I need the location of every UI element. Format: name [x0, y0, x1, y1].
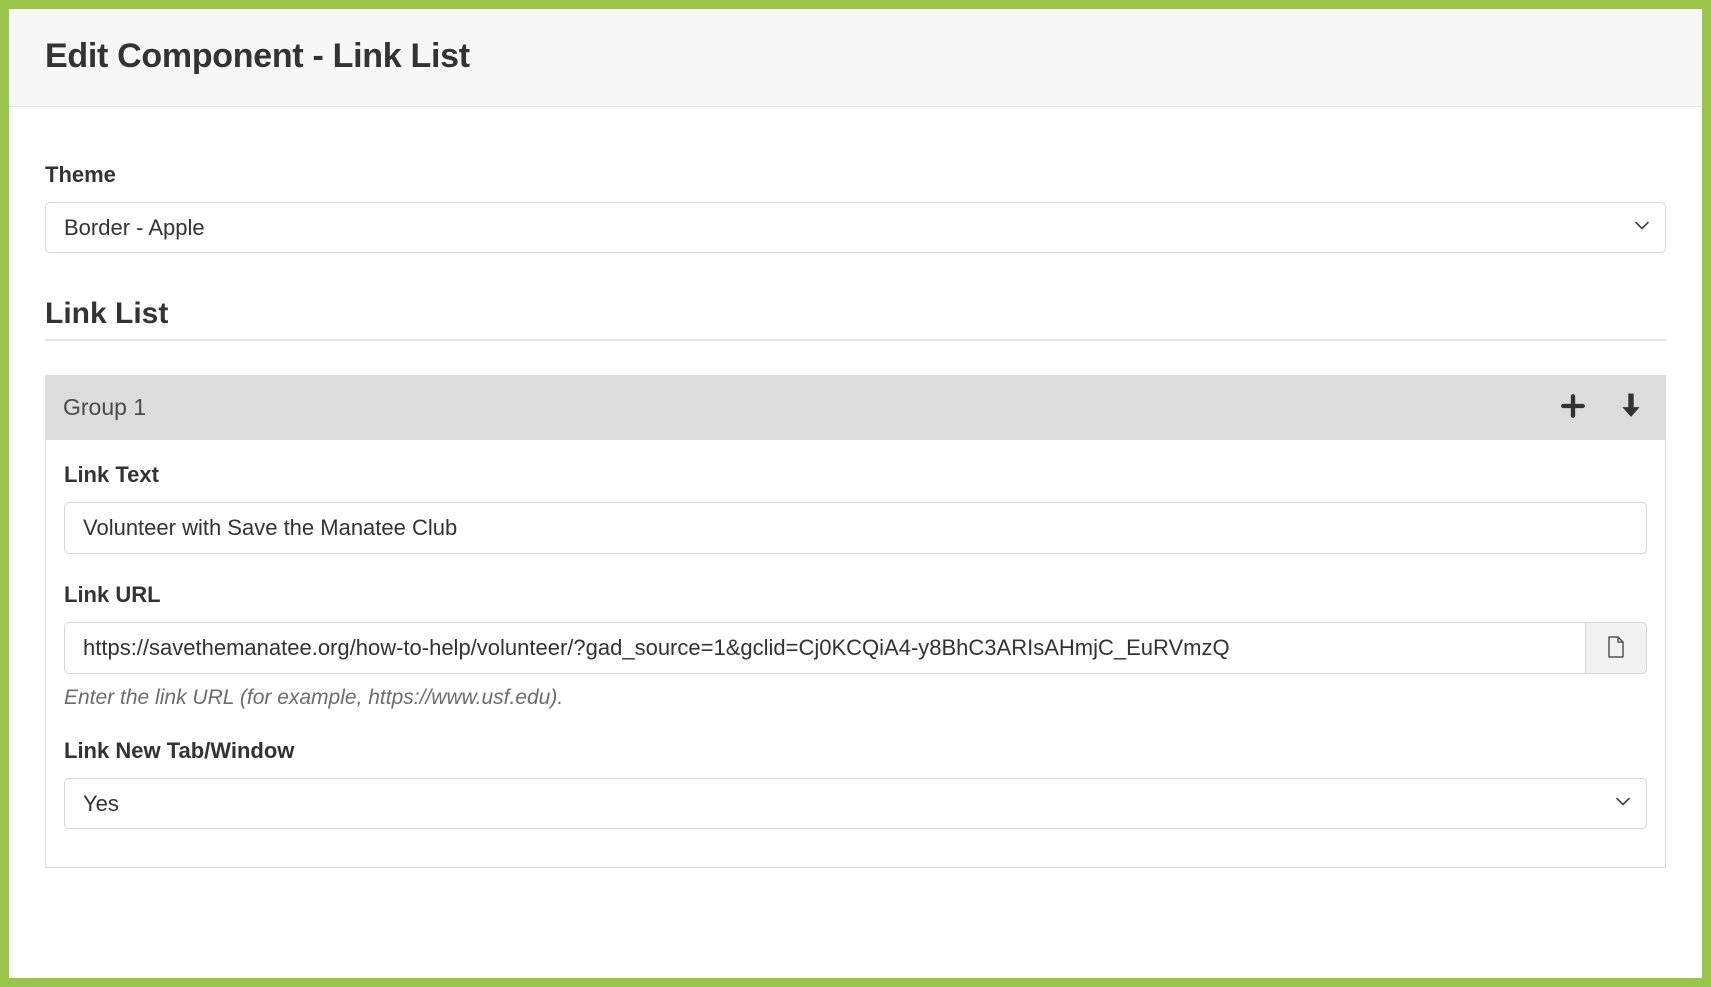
file-icon: [1606, 635, 1626, 662]
link-new-tab-label: Link New Tab/Window: [64, 738, 1647, 764]
link-url-label: Link URL: [64, 582, 1647, 608]
browse-file-button[interactable]: [1585, 622, 1647, 674]
link-new-tab-select[interactable]: Yes: [64, 778, 1647, 829]
link-new-tab-wrapper: Yes: [64, 778, 1647, 829]
dialog-frame: Edit Component - Link List Theme Border …: [9, 9, 1702, 978]
link-url-input[interactable]: [64, 622, 1585, 674]
section-divider: [45, 339, 1666, 341]
link-text-field: Link Text: [64, 462, 1647, 554]
link-url-field: Link URL Enter the link URL (for example…: [64, 582, 1647, 710]
theme-label: Theme: [45, 162, 1666, 188]
link-text-label: Link Text: [64, 462, 1647, 488]
arrow-down-icon: [1618, 393, 1644, 422]
link-new-tab-field: Link New Tab/Window Yes: [64, 738, 1647, 829]
theme-select-wrapper: Border - Apple: [45, 202, 1666, 253]
group-body: Link Text Link URL Enter the link URL (f…: [45, 440, 1666, 868]
group-title: Group 1: [63, 394, 146, 421]
move-down-button[interactable]: [1616, 391, 1646, 424]
group-header: Group 1: [45, 375, 1666, 440]
section-title: Link List: [45, 297, 1666, 331]
plus-icon: [1560, 393, 1586, 422]
add-group-button[interactable]: [1558, 391, 1588, 424]
theme-field: Theme Border - Apple: [45, 162, 1666, 253]
group-actions: [1558, 391, 1646, 424]
theme-select[interactable]: Border - Apple: [45, 202, 1666, 253]
dialog-header: Edit Component - Link List: [9, 9, 1702, 107]
link-url-hint: Enter the link URL (for example, https:/…: [64, 686, 1647, 710]
link-text-input[interactable]: [64, 502, 1647, 554]
link-url-row: [64, 622, 1647, 674]
dialog-content: Theme Border - Apple Link List Group 1: [9, 107, 1702, 888]
dialog-title: Edit Component - Link List: [45, 37, 1666, 76]
